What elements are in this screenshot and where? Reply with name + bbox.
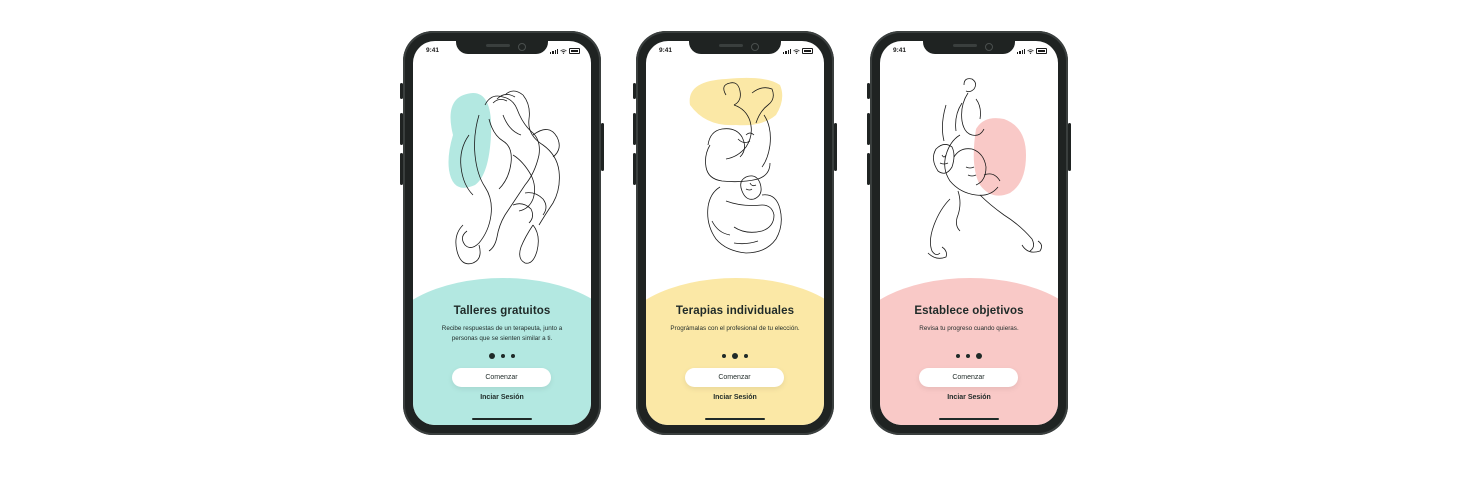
page-dot-1-active[interactable] [489,353,495,359]
start-button[interactable]: Comenzar [685,368,784,387]
onboarding-title: Establece objetivos [914,305,1024,317]
volume-down-button [633,153,636,185]
page-indicator [413,353,591,359]
mute-switch [867,83,870,99]
notch [923,41,1015,54]
login-link[interactable]: Inciar Sesión [880,394,1058,401]
page-dot-2[interactable] [501,354,505,358]
home-indicator [472,418,532,420]
phone-mockup-objetivos: 9:41 Establece objetivos Revisa tu progr… [867,31,1071,435]
power-button [601,123,604,171]
onboarding-description: Recibe respuestas de un terapeuta, junto… [441,325,563,342]
page-dot-2-active[interactable] [732,353,738,359]
mute-switch [400,83,403,99]
volume-down-button [400,153,403,185]
onboarding-screen-terapias: 9:41 Terapias individuales Prográmalas c… [646,41,824,425]
phone-mockup-terapias: 9:41 Terapias individuales Prográmalas c… [633,31,837,435]
volume-up-button [867,113,870,145]
onboarding-description: Revisa tu progreso cuando quieras. [919,325,1019,332]
home-indicator [705,418,765,420]
page-indicator [880,353,1058,359]
login-link[interactable]: Inciar Sesión [646,394,824,401]
login-link[interactable]: Inciar Sesión [413,394,591,401]
onboarding-screen-talleres: 9:41 Talleres gratuitos Recibe respuesta… [413,41,591,425]
page-dot-3[interactable] [511,354,515,358]
page-dot-3[interactable] [744,354,748,358]
volume-up-button [633,113,636,145]
start-button[interactable]: Comenzar [919,368,1018,387]
notch [456,41,548,54]
page-indicator [646,353,824,359]
onboarding-screen-objetivos: 9:41 Establece objetivos Revisa tu progr… [880,41,1058,425]
power-button [834,123,837,171]
start-button[interactable]: Comenzar [452,368,551,387]
power-button [1068,123,1071,171]
home-indicator [939,418,999,420]
phone-mockup-talleres: 9:41 Talleres gratuitos Recibe respuesta… [400,31,604,435]
notch [689,41,781,54]
onboarding-description: Prográmalas con el profesional de tu ele… [670,325,800,332]
onboarding-title: Terapias individuales [675,305,795,317]
onboarding-title: Talleres gratuitos [453,305,551,317]
page-dot-3-active[interactable] [976,353,982,359]
volume-down-button [867,153,870,185]
mute-switch [633,83,636,99]
volume-up-button [400,113,403,145]
page-dot-2[interactable] [966,354,970,358]
page-dot-1[interactable] [956,354,960,358]
page-dot-1[interactable] [722,354,726,358]
